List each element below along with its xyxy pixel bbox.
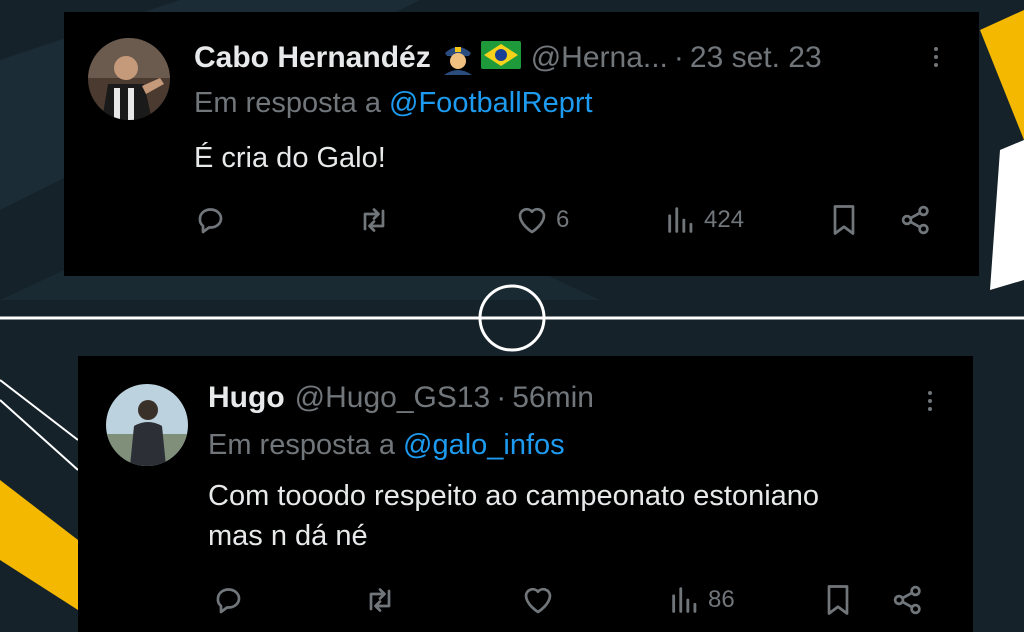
author-emoji	[439, 41, 521, 75]
share-button[interactable]	[898, 200, 934, 240]
timestamp[interactable]: 56min	[512, 380, 594, 416]
more-options-icon[interactable]	[926, 42, 946, 72]
retweet-icon	[363, 208, 385, 232]
tweet-header: Cabo Hernandéz @Herna... · 23 set. 23	[194, 40, 822, 76]
reply-button[interactable]	[194, 200, 230, 240]
like-count: 6	[556, 206, 570, 233]
retweet-button[interactable]	[356, 200, 392, 240]
tweet-text-line: Com tooodo respeito ao campeonato estoni…	[208, 480, 820, 512]
author-handle[interactable]: @Hugo_GS13	[295, 380, 491, 416]
share-icon	[893, 585, 921, 615]
views-button[interactable]: 424	[664, 200, 744, 240]
reply-icon	[198, 208, 223, 234]
reply-context: Em resposta a @galo_infos	[208, 428, 565, 462]
reply-prefix: Em resposta a	[208, 429, 404, 461]
views-icon	[668, 207, 693, 233]
views-icon	[672, 587, 697, 613]
retweet-icon	[369, 588, 391, 612]
bookmark-icon	[833, 205, 855, 235]
timestamp[interactable]: 23 set. 23	[690, 40, 822, 76]
more-options-icon[interactable]	[920, 386, 940, 416]
reply-button[interactable]	[212, 580, 248, 620]
author-name[interactable]: Hugo	[208, 380, 285, 416]
tweet-card[interactable]: Hugo @Hugo_GS13 · 56min Em resposta a @g…	[78, 356, 973, 632]
separator-dot: ·	[496, 381, 507, 414]
tweet-card[interactable]: Cabo Hernandéz @Herna... · 23 set. 23 Em…	[64, 12, 979, 276]
police-officer-emoji	[443, 47, 472, 75]
bookmark-button[interactable]	[826, 200, 862, 240]
author-name[interactable]: Cabo Hernandéz	[194, 40, 431, 76]
tweet-text: É cria do Galo!	[194, 138, 386, 178]
avatar[interactable]	[106, 384, 188, 466]
heart-icon	[524, 587, 552, 614]
author-handle[interactable]: @Herna...	[531, 40, 668, 76]
reply-mention-link[interactable]: @galo_infos	[403, 429, 565, 461]
reply-prefix: Em resposta a	[194, 87, 390, 119]
tweet-text-line: mas n dá né	[208, 520, 368, 552]
tweet-text: Com tooodo respeito ao campeonato estoni…	[208, 476, 819, 556]
action-bar: 6 424	[194, 200, 954, 240]
brazil-flag-emoji	[480, 41, 521, 69]
action-bar: 86	[212, 580, 942, 620]
like-button[interactable]: 6	[514, 200, 569, 240]
avatar[interactable]	[88, 38, 170, 120]
views-button[interactable]: 86	[668, 580, 735, 620]
reply-icon	[216, 588, 241, 614]
bookmark-icon	[827, 585, 849, 615]
reply-mention-link[interactable]: @FootballReprt	[389, 87, 593, 119]
retweet-button[interactable]	[362, 580, 398, 620]
reply-context: Em resposta a @FootballReprt	[194, 86, 593, 120]
view-count: 424	[704, 206, 745, 233]
heart-icon	[518, 207, 546, 234]
separator-dot: ·	[673, 41, 684, 74]
bookmark-button[interactable]	[820, 580, 856, 620]
like-button[interactable]	[520, 580, 562, 620]
avatar-image	[88, 38, 170, 120]
share-icon	[901, 205, 929, 235]
share-button[interactable]	[890, 580, 926, 620]
tweet-header: Hugo @Hugo_GS13 · 56min	[208, 380, 594, 416]
view-count: 86	[708, 586, 735, 613]
tweet-text-line: É cria do Galo!	[194, 142, 386, 174]
avatar-image	[106, 384, 188, 466]
